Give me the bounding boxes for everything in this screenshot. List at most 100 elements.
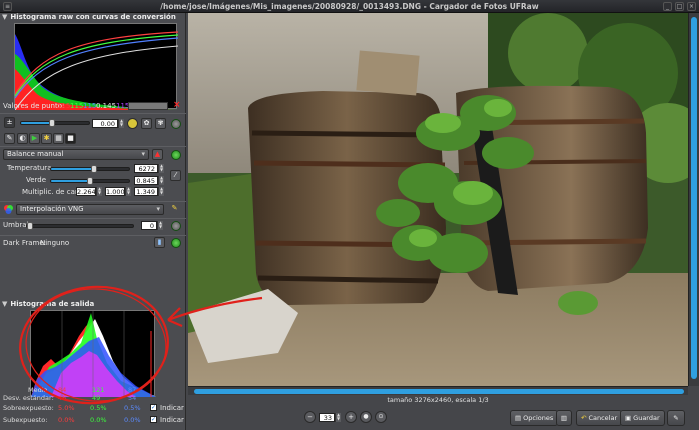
green-label: Verde — [26, 176, 47, 184]
zoom-fit-icon[interactable]: ● — [360, 411, 372, 423]
undo-icon: ↶ — [581, 414, 587, 422]
close-icon[interactable]: × — [173, 101, 181, 110]
reset-exposure-button[interactable] — [171, 119, 181, 129]
window-title: /home/jose/Imágenes/Mis_imagenes/2008092… — [160, 2, 539, 11]
zoom-out-button[interactable]: − — [304, 411, 316, 423]
chevron-down-icon: ▾ — [141, 150, 145, 158]
exposure-fill — [21, 122, 52, 124]
green-spin[interactable]: ▲ ▼ — [158, 176, 164, 185]
under-b: 0.0% — [124, 416, 141, 424]
green-slider[interactable] — [50, 177, 130, 185]
green-knob[interactable] — [87, 177, 93, 185]
point-value-b: 115 — [83, 102, 97, 110]
temperature-fill — [51, 168, 94, 170]
cancel-label: Cancelar — [588, 414, 618, 422]
ufraw-window: ≡ /home/jose/Imágenes/Mis_imagenes/20080… — [0, 0, 699, 430]
green-input[interactable]: 0.845 — [134, 176, 158, 185]
zoom-spin[interactable]: ▲ ▼ — [335, 413, 341, 422]
indicate-under-checkbox[interactable]: ✓ — [150, 416, 157, 423]
indicate-under-label: Indicar — [160, 416, 184, 424]
maximize-button[interactable]: □ — [675, 2, 684, 11]
tab-wb-icon[interactable]: ✎ — [4, 133, 15, 144]
save-label: Guardar — [633, 414, 660, 422]
vertical-scrollbar[interactable] — [688, 13, 699, 386]
threshold-spin[interactable]: ▲ ▼ — [157, 221, 163, 230]
gimp-icon: ✎ — [673, 414, 679, 422]
raw-histogram-title: Histograma raw con curvas de conversión — [10, 13, 176, 21]
zoom-in-button[interactable]: + — [345, 411, 357, 423]
divider — [0, 201, 186, 202]
zoom-100-icon[interactable]: ⊙ — [375, 411, 387, 423]
raw-histogram[interactable] — [14, 23, 179, 111]
horizontal-scroll-thumb[interactable] — [194, 389, 684, 394]
expander-triangle-icon: ▼ — [2, 300, 8, 308]
options-label: Opciones — [523, 414, 554, 422]
tab-corrections-icon[interactable]: ▦ — [53, 133, 64, 144]
green-fill — [51, 180, 90, 182]
temperature-knob[interactable] — [90, 165, 97, 173]
trash-icon: ▥ — [560, 414, 568, 422]
cancel-button[interactable]: ↶ Cancelar — [576, 410, 623, 426]
annotation-arrow — [167, 296, 263, 328]
tab-crop-icon[interactable]: ■ — [65, 133, 76, 144]
horizontal-scrollbar[interactable] — [188, 386, 688, 395]
options-button[interactable]: ▤ Opciones — [510, 410, 559, 426]
exposure-input[interactable]: 0.00 — [92, 119, 118, 128]
close-button[interactable]: × — [687, 2, 696, 11]
temperature-slider[interactable] — [50, 165, 130, 173]
under-label: Subexpuesto: — [3, 416, 48, 424]
clip-highlights-icon[interactable]: ✾ — [155, 118, 166, 129]
raw-histogram-plot — [14, 31, 179, 111]
color-wheel-icon — [3, 204, 14, 215]
divider — [0, 218, 186, 219]
restore-details-icon[interactable]: ✿ — [141, 118, 152, 129]
exposure-knob[interactable] — [48, 119, 55, 127]
divider — [0, 235, 186, 236]
smooth-icon[interactable]: ✎ — [169, 204, 180, 215]
tab-grayscale-icon[interactable]: ◐ — [17, 133, 28, 144]
white-balance-select[interactable]: Balance manual ▾ — [3, 149, 149, 160]
temperature-spin[interactable]: ▲ ▼ — [158, 164, 164, 173]
temperature-input[interactable]: 6272 — [134, 164, 158, 173]
reset-threshold-button[interactable] — [171, 221, 181, 231]
delete-button[interactable]: ▥ — [556, 410, 572, 426]
interpolation-value: Interpolación VNG — [20, 205, 84, 213]
zoom-input[interactable]: 33 — [319, 413, 335, 422]
stats-under-row: Subexpuesto: 0.0% 0.0% 0.0% — [0, 416, 186, 425]
color-picker-icon[interactable]: ⁄ — [170, 170, 181, 181]
mult-g-spin[interactable]: ▲ ▼ — [125, 187, 131, 196]
divider — [0, 146, 186, 147]
mult-b-input[interactable]: 1.349 — [134, 187, 158, 196]
mult-b-spin[interactable]: ▲ ▼ — [158, 187, 164, 196]
interpolation-select[interactable]: Interpolación VNG ▾ — [16, 204, 164, 215]
minimize-button[interactable]: _ — [663, 2, 672, 11]
threshold-slider[interactable] — [26, 222, 134, 230]
mult-r-input[interactable]: 2.264 — [76, 187, 96, 196]
dark-frame-value: Ninguno — [40, 239, 70, 247]
threshold-knob[interactable] — [27, 222, 33, 230]
image-size-info: tamaño 3276x2460, escala 1/3 — [387, 396, 489, 404]
exposure-slider[interactable] — [20, 119, 90, 127]
settings-panel: ▼ Histograma raw con curvas de conversión… — [0, 13, 186, 430]
exposure-spin[interactable]: ▲ ▼ — [118, 119, 124, 128]
point-value-r: 115 — [57, 102, 71, 110]
save-button[interactable]: ▣ Guardar — [620, 410, 665, 426]
tab-base-curve-icon[interactable]: ▶ — [29, 133, 40, 144]
raw-histogram-expander[interactable]: ▼ Histograma raw con curvas de conversión — [2, 13, 176, 22]
white-balance-value: Balance manual — [7, 150, 64, 158]
point-values-label: Valores de punto: — [3, 102, 65, 110]
vertical-scroll-thumb[interactable] — [691, 17, 697, 379]
point-value-g: 115 — [70, 102, 84, 110]
color-wheel-graphic — [4, 205, 13, 214]
send-to-gimp-button[interactable]: ✎ — [667, 410, 685, 426]
reset-dark-frame-button[interactable] — [171, 238, 181, 248]
auto-exposure-icon[interactable] — [127, 118, 138, 129]
reset-wb-button[interactable] — [171, 150, 181, 160]
under-g: 0.0% — [90, 416, 107, 424]
exposure-icon: ± — [4, 117, 15, 128]
mult-r-spin[interactable]: ▲ ▼ — [96, 187, 102, 196]
load-dark-frame-icon[interactable]: ▮ — [154, 237, 165, 248]
mult-g-input[interactable]: 1.000 — [105, 187, 125, 196]
threshold-input[interactable]: 0 — [141, 221, 157, 230]
tab-color-mgmt-icon[interactable]: ✱ — [41, 133, 52, 144]
